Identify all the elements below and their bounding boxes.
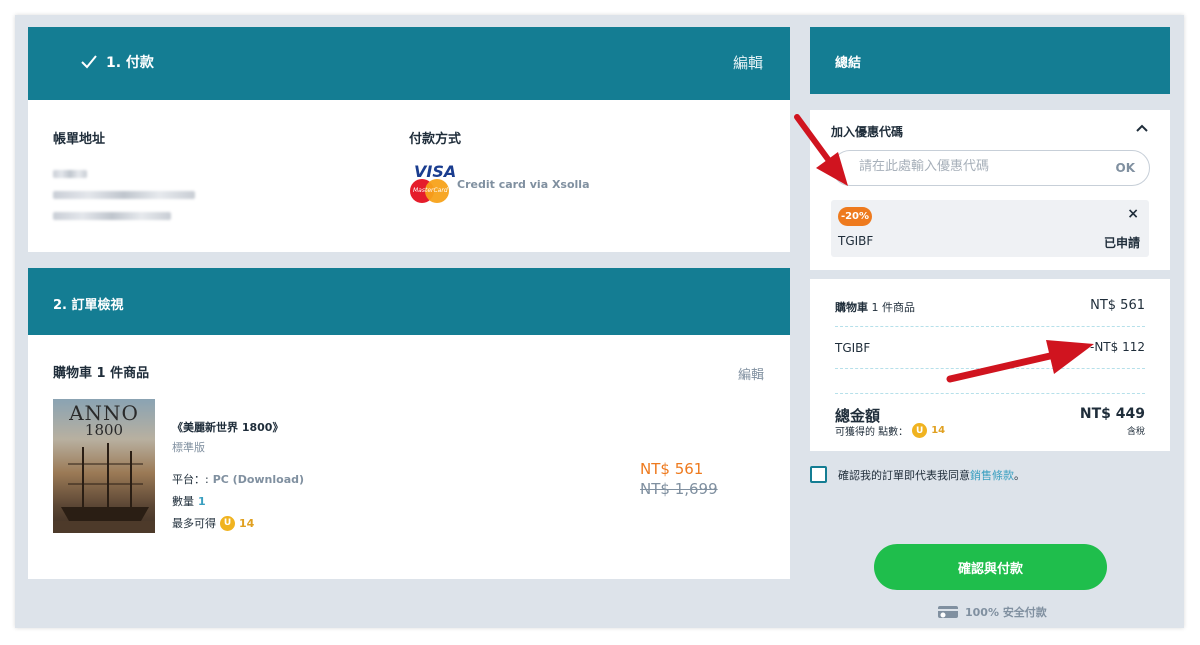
- divider: [835, 393, 1145, 394]
- payment-method-text: Credit card via Xsolla: [457, 178, 590, 191]
- terms-link[interactable]: 銷售條款: [970, 469, 1014, 482]
- cover-year: 1800: [84, 421, 124, 439]
- terms-checkbox[interactable]: [810, 466, 827, 483]
- terms-agreement: 確認我的訂單即代表我同意銷售條款。: [810, 466, 1025, 483]
- promo-section: 加入優惠代碼 OK -20% × TGIBF 已申請: [810, 110, 1170, 270]
- order-title: 2. 訂單檢視: [53, 298, 124, 313]
- applied-status: 已申請: [1103, 236, 1140, 250]
- tax-included-label: 含稅: [1126, 427, 1145, 437]
- promo-input-wrapper: OK: [832, 150, 1150, 186]
- points-earned: 可獲得的 點數： U 14: [835, 423, 946, 438]
- total-value: NT$ 449: [1079, 406, 1145, 422]
- coin-icon: U: [912, 423, 928, 438]
- order-body: 購物車 1 件商品 編輯 ANNO 1800 《美麗新世界 1800》 標準版 …: [28, 335, 790, 579]
- price-current: NT$ 561: [640, 460, 704, 478]
- order-edit-link[interactable]: 編輯: [738, 364, 764, 383]
- secure-payment-note: 100% 安全付款: [937, 604, 1047, 620]
- credit-card-icon: [938, 606, 958, 618]
- applied-code: TGIBF: [838, 234, 874, 248]
- cart-subtotal-value: NT$ 561: [1090, 298, 1145, 313]
- summary-title: 總結: [835, 56, 862, 71]
- coin-icon: U: [220, 515, 235, 531]
- product-details: 《美麗新世界 1800》 標準版 平台：: PC (Download) 數量 1…: [172, 419, 304, 531]
- totals-section: 購物車 1 件商品 NT$ 561 TGIBF -NT$ 112 總金額 NT$…: [810, 279, 1170, 451]
- product-platform: 平台：: PC (Download): [172, 472, 305, 487]
- payment-body: 帳單地址 付款方式 VISA MasterCard Credit card vi…: [28, 100, 790, 252]
- payment-title: 1. 付款: [80, 52, 154, 72]
- cart-subtotal-label: 購物車 1 件商品: [835, 301, 915, 314]
- order-header: 2. 訂單檢視: [28, 268, 790, 335]
- confirm-pay-button[interactable]: 確認與付款: [874, 544, 1107, 590]
- discount-label: TGIBF: [835, 341, 871, 355]
- product-name: 《美麗新世界 1800》: [172, 421, 284, 434]
- cart-title: 購物車 1 件商品: [53, 366, 150, 381]
- discount-value: -NT$ 112: [1090, 340, 1145, 354]
- ship-illustration: [53, 443, 155, 533]
- payment-method-label: 付款方式: [409, 132, 462, 147]
- visa-mastercard-logo: VISA MasterCard: [410, 162, 456, 204]
- product-edition: 標準版: [172, 441, 205, 454]
- divider: [835, 368, 1145, 369]
- billing-address-label: 帳單地址: [53, 132, 106, 147]
- product-cover-image: ANNO 1800: [53, 399, 155, 533]
- check-icon: [81, 55, 97, 69]
- promo-title: 加入優惠代碼: [831, 125, 904, 139]
- price-original: NT$ 1,699: [640, 480, 718, 498]
- chevron-up-icon[interactable]: [1136, 124, 1148, 132]
- divider: [835, 326, 1145, 327]
- discount-badge: -20%: [838, 207, 872, 226]
- applied-promo: -20% × TGIBF 已申請: [831, 200, 1149, 257]
- payment-edit-link[interactable]: 編輯: [733, 52, 763, 73]
- product-earn-points: 最多可得 U 14: [172, 515, 255, 531]
- product-quantity: 數量 1: [172, 494, 206, 509]
- summary-header: 總結: [810, 27, 1170, 94]
- promo-ok-button[interactable]: OK: [1116, 161, 1136, 175]
- promo-code-input[interactable]: [859, 159, 1089, 174]
- payment-header: 1. 付款 編輯: [28, 27, 790, 100]
- remove-promo-button[interactable]: ×: [1127, 206, 1139, 222]
